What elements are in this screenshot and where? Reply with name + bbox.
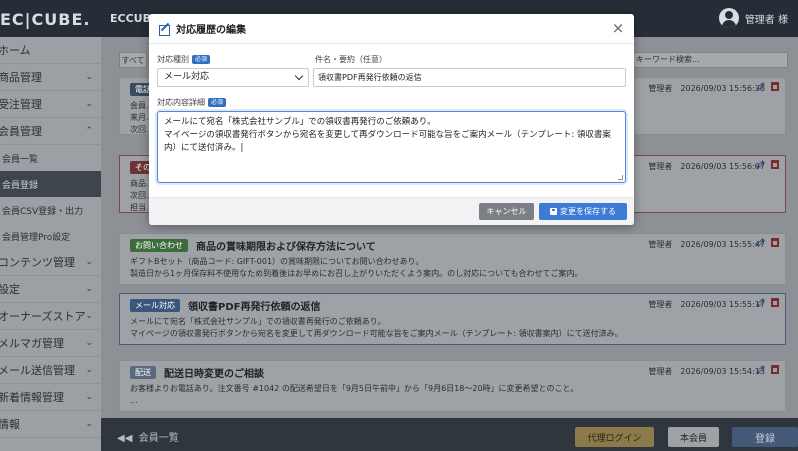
sidebar-item-home[interactable]: ホーム	[0, 37, 101, 64]
user-name: 管理者 様	[744, 14, 788, 26]
sidebar-item-info[interactable]: 情報 ⌄	[0, 411, 101, 438]
sidebar-item-settings[interactable]: 設定 ⌄	[0, 276, 101, 303]
type-badge: 配送	[130, 365, 156, 379]
sidebar-sub-customer-list[interactable]: 会員一覧	[0, 145, 101, 171]
history-card: お問い合わせ 商品の賞味期限および保存方法について 管理者 2026/09/03 …	[119, 233, 786, 285]
edit-icon	[159, 23, 170, 36]
timestamp: 2026/09/03 15:55:47	[680, 240, 765, 249]
detail-textarea[interactable]: メールにて宛名「株式会社サンプル」での領収書再発行のご依頼あり。 マイページの領…	[157, 111, 626, 183]
sidebar-sub-customer-csv[interactable]: 会員CSV登録・出力	[0, 197, 101, 223]
sidebar-item-contents[interactable]: コンテンツ管理 ⌄	[0, 249, 101, 276]
edit-icon[interactable]	[756, 82, 765, 91]
chevron-down-icon: ⌄	[85, 284, 93, 294]
sidebar-item-store[interactable]: オーナーズストア ⌄	[0, 303, 101, 330]
author: 管理者	[648, 162, 673, 171]
trash-icon[interactable]	[771, 365, 779, 374]
history-card: 配送 配送日時変更のご相談 管理者 2026/09/03 15:54:13 お客様…	[119, 360, 786, 412]
bottom-action-bar: ◀◀ 会員一覧 代理ログイン 本会員 登録	[101, 418, 798, 451]
sidebar-item-products[interactable]: 商品管理 ⌄	[0, 64, 101, 91]
card-title: 商品の賞味期限および保存方法について	[196, 241, 376, 253]
logo: EC|CUBE.	[0, 10, 91, 29]
modal-title: 対応履歴の編集	[176, 25, 246, 36]
chevron-up-icon: ⌃	[85, 126, 93, 136]
sidebar: ホーム 商品管理 ⌄ 受注管理 ⌄ 会員管理 ⌃ 会員一覧 会員登録 会員CSV登録・…	[0, 37, 101, 451]
user-icon	[718, 8, 739, 28]
chevron-down-icon: ⌄	[85, 99, 93, 109]
member-status-select[interactable]: 本会員	[668, 427, 719, 447]
history-card: メール対応 領収書PDF再発行依頼の返信 管理者 2026/09/03 15:55…	[119, 293, 786, 345]
modal-header: 対応履歴の編集 ×	[149, 14, 634, 44]
history-search-input[interactable]: キーワード検索...	[631, 52, 788, 68]
detail-label: 対応内容詳細 必須	[157, 97, 227, 108]
type-badge: お問い合わせ	[130, 238, 188, 252]
save-icon	[550, 208, 557, 215]
required-badge: 必須	[208, 98, 227, 107]
timestamp: 2026/09/03 15:54:13	[680, 367, 765, 376]
sidebar-sub-customer-pro[interactable]: 会員管理Pro設定	[0, 223, 101, 249]
type-select[interactable]: メール対応	[157, 68, 309, 87]
timestamp: 2026/09/03 15:56:38	[680, 84, 765, 93]
trash-icon[interactable]	[771, 82, 779, 91]
author: 管理者	[648, 367, 673, 376]
sidebar-item-customers[interactable]: 会員管理 ⌃	[0, 118, 101, 145]
edit-icon[interactable]	[756, 365, 765, 374]
proxy-login-button[interactable]: 代理ログイン	[575, 427, 654, 447]
trash-icon[interactable]	[771, 238, 779, 247]
chevron-down-icon: ⌄	[85, 365, 93, 375]
timestamp: 2026/09/03 15:55:17	[680, 300, 765, 309]
save-changes-button[interactable]: 変更を保存する	[539, 203, 627, 220]
author: 管理者	[648, 300, 673, 309]
author: 管理者	[648, 84, 673, 93]
chevron-down-icon: ⌄	[85, 257, 93, 267]
cancel-button[interactable]: キャンセル	[479, 203, 534, 220]
card-title: 配送日時変更のご相談	[164, 368, 264, 380]
modal-footer: キャンセル 変更を保存する	[149, 197, 634, 225]
user-menu[interactable]: 管理者 様	[718, 8, 788, 28]
filter-tab-all[interactable]: すべて	[119, 52, 147, 68]
edit-icon[interactable]	[756, 298, 765, 307]
sidebar-sub-customer-register[interactable]: 会員登録	[0, 171, 101, 197]
type-label: 対応種別 必須	[157, 54, 211, 65]
card-title: 領収書PDF再発行依頼の返信	[188, 301, 321, 313]
trash-icon[interactable]	[771, 298, 779, 307]
author: 管理者	[648, 240, 673, 249]
chevron-down-icon: ⌄	[85, 72, 93, 82]
chevron-down-icon: ⌄	[85, 392, 93, 402]
type-badge: メール対応	[130, 298, 180, 312]
required-badge: 必須	[192, 55, 211, 64]
edit-icon[interactable]	[756, 160, 765, 169]
edit-history-modal: 対応履歴の編集 × 対応種別 必須 メール対応 件名・要約（任意） 領収書PDF…	[149, 14, 634, 225]
chevron-down-icon: ⌄	[85, 419, 93, 429]
subject-label: 件名・要約（任意）	[315, 55, 387, 64]
close-icon[interactable]: ×	[610, 20, 626, 36]
timestamp: 2026/09/03 15:56:07	[680, 162, 765, 171]
edit-icon[interactable]	[756, 238, 765, 247]
sidebar-item-news[interactable]: 新着情報管理 ⌄	[0, 384, 101, 411]
register-button[interactable]: 登録	[732, 427, 798, 447]
back-to-list-link[interactable]: ◀◀ 会員一覧	[117, 429, 179, 444]
chevron-down-icon	[294, 71, 304, 81]
resize-handle[interactable]	[618, 175, 623, 180]
subject-input[interactable]: 領収書PDF再発行依頼の返信	[313, 68, 626, 87]
sidebar-item-mailmag[interactable]: メルマガ管理 ⌄	[0, 330, 101, 357]
trash-icon[interactable]	[771, 160, 779, 169]
sidebar-item-orders[interactable]: 受注管理 ⌄	[0, 91, 101, 118]
sidebar-item-mail-send[interactable]: メール送信管理 ⌄	[0, 357, 101, 384]
chevron-down-icon: ⌄	[85, 338, 93, 348]
chevron-down-icon: ⌄	[85, 311, 93, 321]
